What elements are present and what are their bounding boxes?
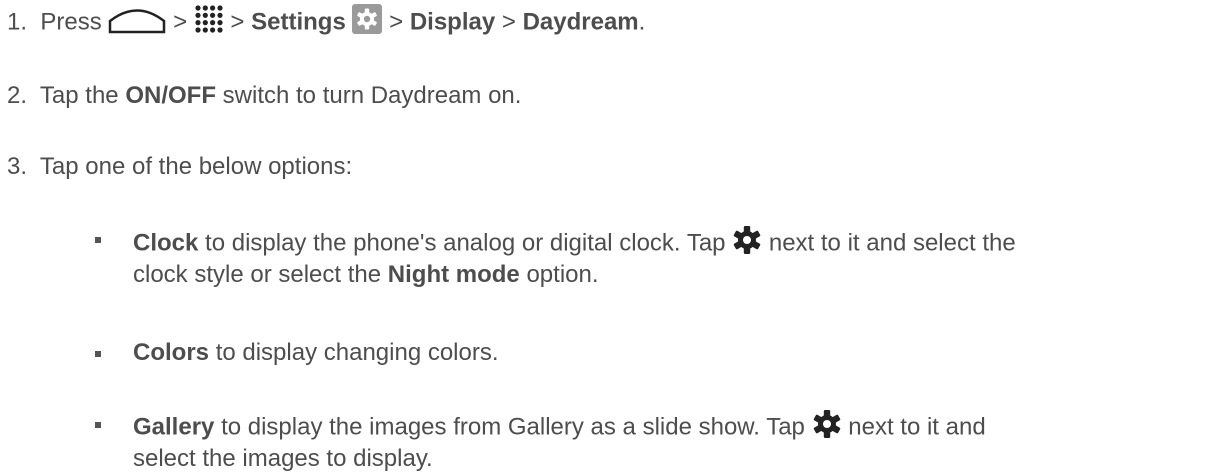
step-2: 2. Tap the ON/OFF switch to turn Daydrea… <box>7 81 521 111</box>
display-label: Display <box>409 8 496 36</box>
option-title: Colors <box>133 339 210 366</box>
settings-icon <box>352 4 383 42</box>
step-number: 2. <box>7 82 28 109</box>
daydream-label: Daydream <box>522 8 639 36</box>
gear-icon <box>812 409 842 447</box>
separator: > <box>173 8 188 36</box>
option-colors: Colors to display changing colors. <box>133 338 499 368</box>
option-clock: Clock to display the phone's analog or d… <box>133 225 1016 263</box>
step-end: . <box>638 8 646 36</box>
step-text: Tap the <box>39 82 119 109</box>
option-text: to display changing colors. <box>215 339 499 366</box>
option-gallery-cont: select the images to display. <box>133 444 433 474</box>
night-mode-label: Night mode <box>387 261 520 288</box>
bullet <box>95 351 101 357</box>
option-clock-cont: clock style or select the Night mode opt… <box>133 260 599 290</box>
gear-icon <box>732 225 762 263</box>
option-text: next to it and select the <box>768 229 1016 257</box>
bullet <box>95 422 101 428</box>
step-text: Tap one of the below options: <box>39 153 353 180</box>
separator: > <box>230 8 245 36</box>
option-text: to display the phone's analog or digital… <box>205 229 726 257</box>
apps-icon <box>194 4 224 42</box>
step-text: switch to turn Daydream on. <box>222 82 522 109</box>
home-icon <box>108 4 166 42</box>
option-text: to display the images from Gallery as a … <box>221 413 805 441</box>
on-off-label: ON/OFF <box>125 82 216 109</box>
option-text: select the images to display. <box>133 445 433 472</box>
separator: > <box>389 8 404 36</box>
bullet <box>95 237 101 243</box>
option-title: Clock <box>133 229 199 257</box>
option-text: next to it and <box>848 413 986 441</box>
step-1: 1. Press > > Settings > Display > Daydre… <box>7 4 645 42</box>
step-number: 3. <box>7 153 28 180</box>
step-text: Press <box>40 8 102 36</box>
option-gallery: Gallery to display the images from Galle… <box>133 409 986 447</box>
option-text: clock style or select the <box>133 261 382 288</box>
separator: > <box>501 8 516 36</box>
option-title: Gallery <box>133 413 215 441</box>
step-number: 1. <box>7 8 28 36</box>
option-text: option. <box>526 261 599 288</box>
settings-label: Settings <box>251 8 346 36</box>
step-3: 3. Tap one of the below options: <box>7 152 352 182</box>
